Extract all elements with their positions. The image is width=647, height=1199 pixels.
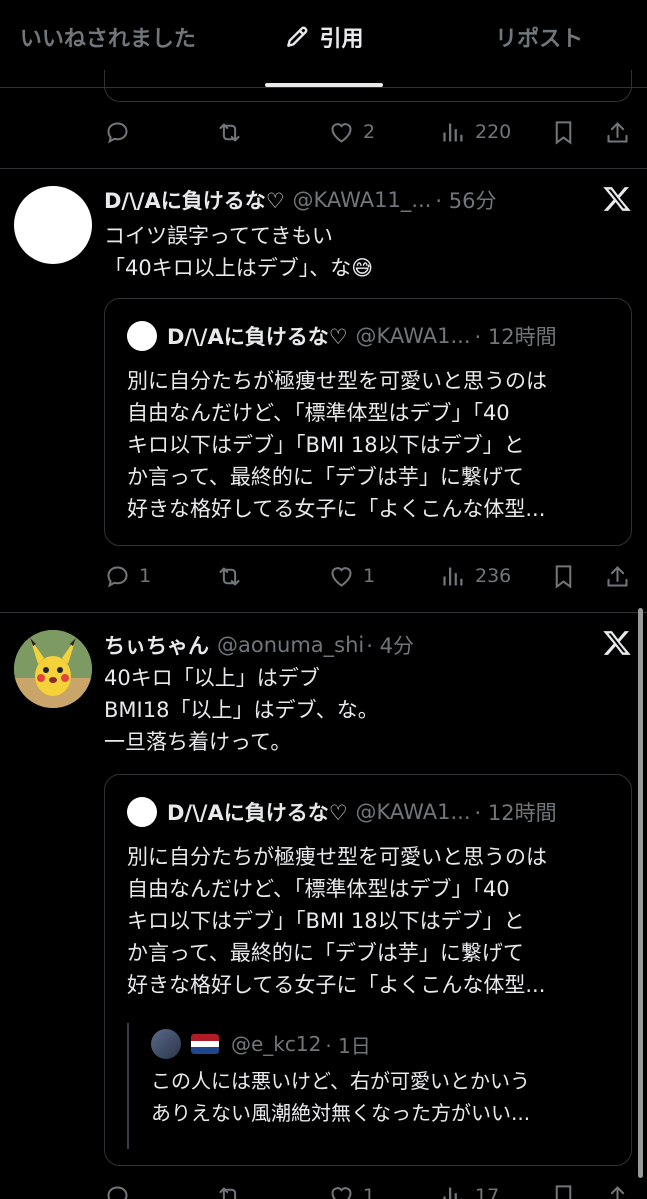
- views-icon: [443, 567, 463, 585]
- reply-icon: [107, 565, 128, 588]
- quote-time: · 12時間: [474, 801, 557, 825]
- heart-icon: [331, 566, 352, 587]
- like-button[interactable]: 1: [328, 563, 375, 590]
- quote-author-handle: @KAWA1...: [355, 800, 471, 824]
- nested-quote-text: この人には悪いけど、右が可愛いとかいう ありえない風潮絶対無くなった方がいい..…: [151, 1069, 531, 1125]
- author-handle[interactable]: @aonuma_shi: [217, 633, 364, 657]
- quote-avatar: [127, 321, 157, 351]
- author-name[interactable]: ちぃちゃん: [104, 630, 209, 660]
- bookmark-icon: [555, 564, 572, 589]
- pikachu-avatar-image: [14, 630, 92, 708]
- post-time: · 56分: [435, 189, 497, 213]
- like-count: 1: [363, 565, 376, 587]
- divider: [0, 612, 647, 613]
- tweet-header: ちぃちゃん @aonuma_shi · 4分: [104, 630, 414, 660]
- author-handle[interactable]: @KAWA11_...: [293, 188, 432, 212]
- previous-post-actions: 2 220: [104, 116, 632, 148]
- avatar[interactable]: [14, 186, 92, 264]
- post-text: 40キロ「以上」はデブ BMI18「以上」はデブ、な。 一旦落ち着けって。: [104, 666, 379, 754]
- pencil-icon: [286, 26, 307, 47]
- author-name[interactable]: D/\/Aに負けるな♡: [104, 185, 285, 215]
- repost-icon: [219, 1187, 237, 1199]
- quote-header: D/\/Aに負けるな♡ @KAWA1... · 12時間: [127, 797, 557, 827]
- views-button[interactable]: 236: [440, 563, 511, 590]
- reply-icon: [107, 121, 128, 144]
- post-time: · 4分: [366, 634, 414, 658]
- share-button[interactable]: [604, 1183, 631, 1199]
- quote-avatar: [127, 797, 157, 827]
- quote-author-handle: @KAWA1...: [355, 324, 471, 348]
- tweet-header: D/\/Aに負けるな♡ @KAWA11_... · 56分: [104, 185, 496, 215]
- previous-quote-card[interactable]: [104, 70, 632, 102]
- like-count: 1: [363, 1185, 376, 1199]
- reply-button[interactable]: [104, 119, 131, 146]
- views-count: 236: [475, 565, 512, 587]
- views-button[interactable]: 17: [440, 1183, 499, 1199]
- views-count: 17: [475, 1185, 500, 1199]
- quote-text: 別に自分たちが極痩せ型を可愛いと思うのは 自由なんだけど、「標準体型はデブ」「4…: [127, 369, 547, 521]
- nested-quote-time: · 1日: [325, 1033, 371, 1058]
- reply-icon: [107, 1185, 128, 1199]
- quote-header: D/\/Aに負けるな♡ @KAWA1... · 12時間: [127, 321, 557, 351]
- avatar[interactable]: [14, 630, 92, 708]
- nested-quote[interactable]: @e_kc12 · 1日 この人には悪いけど、右が可愛いとかいう ありえない風潮…: [127, 1023, 617, 1149]
- post-actions: 1 17: [104, 1180, 632, 1199]
- repost-icon: [219, 123, 240, 141]
- tab-quotes-label: 引用: [319, 26, 364, 52]
- nested-quote-avatar: [151, 1029, 181, 1059]
- netherlands-flag-icon: [191, 1034, 219, 1054]
- share-button[interactable]: [604, 119, 631, 146]
- views-count: 220: [475, 121, 512, 143]
- views-icon: [443, 123, 463, 141]
- tab-likes-label: いいねされました: [19, 26, 196, 52]
- reply-button[interactable]: 1: [104, 563, 151, 590]
- reply-button[interactable]: [104, 1183, 131, 1199]
- heart-icon: [331, 122, 352, 143]
- scrollbar[interactable]: [638, 608, 643, 1178]
- quote-card[interactable]: D/\/Aに負けるな♡ @KAWA1... · 12時間 別に自分たちが極痩せ型…: [104, 774, 632, 1166]
- x-logo-icon[interactable]: [602, 628, 632, 658]
- nested-quote-handle: @e_kc12: [231, 1032, 322, 1056]
- nested-quote-header: @e_kc12 · 1日: [151, 1029, 617, 1059]
- quote-text: 別に自分たちが極痩せ型を可愛いと思うのは 自由なんだけど、「標準体型はデブ」「4…: [127, 845, 547, 997]
- bookmark-button[interactable]: [550, 119, 577, 146]
- bookmark-icon: [555, 1184, 572, 1199]
- heart-icon: [331, 1186, 352, 1199]
- repost-button[interactable]: [216, 119, 243, 146]
- share-icon: [607, 565, 628, 587]
- x-logo-icon[interactable]: [602, 184, 632, 214]
- quote-author-name: D/\/Aに負けるな♡: [167, 801, 348, 825]
- bookmark-button[interactable]: [550, 563, 577, 590]
- post-actions: 1 1 236: [104, 560, 632, 592]
- share-icon: [607, 1185, 628, 1199]
- quote-card[interactable]: D/\/Aに負けるな♡ @KAWA1... · 12時間 別に自分たちが極痩せ型…: [104, 298, 632, 546]
- divider: [0, 168, 647, 169]
- like-count: 2: [363, 121, 376, 143]
- views-icon: [443, 1187, 463, 1199]
- share-icon: [607, 121, 628, 143]
- like-button[interactable]: 2: [328, 119, 375, 146]
- share-button[interactable]: [604, 563, 631, 590]
- quote-time: · 12時間: [474, 325, 557, 349]
- tab-reposts-label: リポスト: [495, 26, 584, 52]
- bookmark-button[interactable]: [550, 1183, 577, 1199]
- views-button[interactable]: 220: [440, 119, 511, 146]
- quote-author-name: D/\/Aに負けるな♡: [167, 325, 348, 349]
- repost-icon: [219, 567, 240, 585]
- repost-button[interactable]: [216, 1183, 243, 1199]
- post-text: コイツ誤字っててきもい 「40キロ以上はデブ」、な😅: [104, 224, 374, 280]
- repost-button[interactable]: [216, 563, 243, 590]
- bookmark-icon: [555, 120, 572, 145]
- reply-count: 1: [139, 565, 152, 587]
- like-button[interactable]: 1: [328, 1183, 375, 1199]
